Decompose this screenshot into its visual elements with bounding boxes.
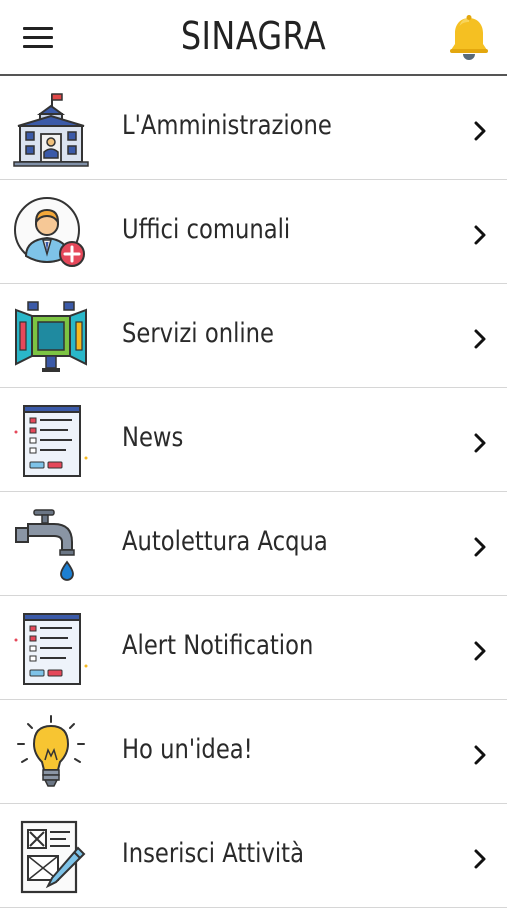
app-header: SINAGRA [0,0,507,76]
chevron-right-icon [474,537,486,557]
menu-item-label: News [122,422,184,453]
office-clerk-icon [12,194,90,272]
form-edit-icon [12,818,90,896]
menu-item-alert-notification[interactable]: Alert Notification [0,596,507,700]
bell-icon[interactable] [447,14,491,62]
menu-item-label: Ho un'idea! [122,734,253,765]
menu-item-amministrazione[interactable]: L'Amministrazione [0,76,507,180]
chevron-right-icon [474,121,486,141]
chevron-right-icon [474,641,486,661]
hamburger-menu-icon[interactable] [20,24,56,52]
town-hall-icon [12,90,90,168]
menu-item-servizi-online[interactable]: Servizi online [0,284,507,388]
menu-item-label: Autolettura Acqua [122,526,328,557]
main-menu-list: L'Amministrazione Uffici comunali Serviz… [0,76,507,908]
menu-item-label: L'Amministrazione [122,110,332,141]
menu-item-inserisci-attivita[interactable]: Inserisci Attività [0,804,507,908]
web-services-icon [12,298,90,376]
alert-document-icon [12,610,90,688]
menu-item-uffici-comunali[interactable]: Uffici comunali [0,180,507,284]
menu-item-news[interactable]: News [0,388,507,492]
menu-item-label: Servizi online [122,318,275,349]
menu-item-label: Inserisci Attività [122,838,304,869]
menu-item-label: Uffici comunali [122,214,291,245]
chevron-right-icon [474,745,486,765]
chevron-right-icon [474,225,486,245]
menu-item-autolettura-acqua[interactable]: Autolettura Acqua [0,492,507,596]
news-document-icon [12,402,90,480]
water-tap-icon [12,506,90,584]
menu-item-label: Alert Notification [122,630,314,661]
menu-item-ho-un-idea[interactable]: Ho un'idea! [0,700,507,804]
chevron-right-icon [474,849,486,869]
chevron-right-icon [474,329,486,349]
lightbulb-icon [12,714,90,792]
chevron-right-icon [474,433,486,453]
page-title: SINAGRA [180,14,327,58]
